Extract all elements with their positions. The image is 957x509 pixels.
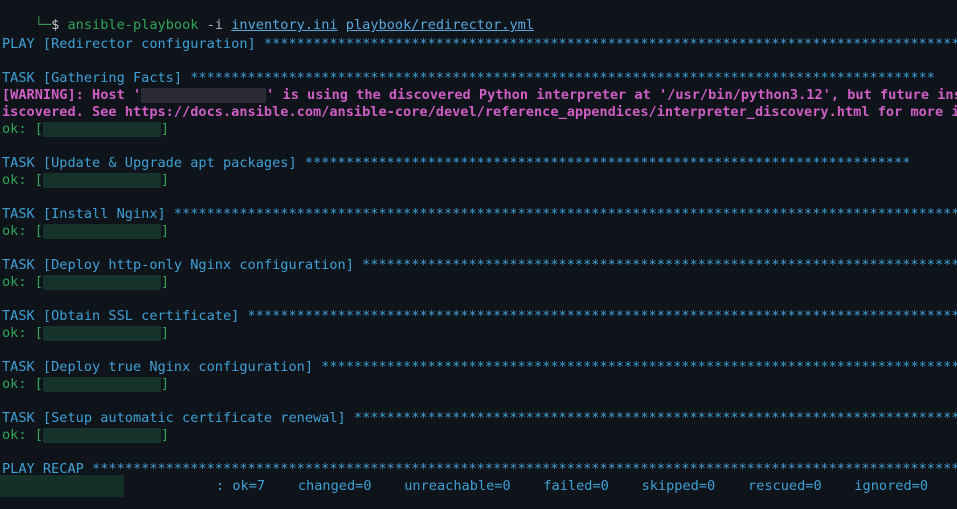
redacted-host (42, 376, 161, 392)
command-name: ansible-playbook (67, 17, 199, 33)
task-result: ok: [] (2, 427, 169, 444)
warning-line: [WARNING]: Host ' ' is using the discover… (2, 87, 957, 104)
redacted-host (42, 172, 161, 188)
task-header: TASK [Setup automatic certificate renewa… (2, 410, 957, 426)
terminal-window[interactable]: └─$ ansible-playbook -i inventory.ini pl… (0, 0, 957, 509)
bracket-close: ] (160, 325, 170, 341)
task-result: ok: [] (2, 172, 169, 189)
task-header: TASK [Gathering Facts] *****************… (2, 70, 935, 86)
ok-label: ok: [ (2, 121, 43, 137)
task-result: ok: [] (2, 223, 169, 240)
redacted-host (42, 325, 161, 341)
bracket-close: ] (160, 427, 170, 443)
warning-text-b: ' is using the discovered Python interpr… (266, 87, 957, 103)
bracket-close: ] (160, 172, 170, 188)
task-header: TASK [Obtain SSL certificate] **********… (2, 308, 957, 324)
ok-label: ok: [ (2, 427, 43, 443)
ok-label: ok: [ (2, 172, 43, 188)
redacted-host (42, 427, 161, 443)
redacted-host (0, 475, 124, 497)
task-header: TASK [Deploy true Nginx configuration] *… (2, 359, 957, 375)
task-header: TASK [Install Nginx] *******************… (2, 206, 957, 222)
task-header: TASK [Update & Upgrade apt packages] ***… (2, 155, 911, 171)
ok-label: ok: [ (2, 376, 43, 392)
inventory-arg[interactable]: inventory.ini (231, 17, 337, 33)
recap-stats-text: : ok=7 changed=0 unreachable=0 failed=0 … (216, 478, 929, 494)
task-result: ok: [] (2, 274, 169, 291)
command-line: └─$ ansible-playbook -i inventory.ini pl… (2, 0, 534, 33)
recap-header: PLAY RECAP *****************************… (2, 461, 957, 477)
play-header: PLAY [Redirector configuration] ********… (2, 36, 957, 52)
task-result: ok: [] (2, 121, 169, 138)
playbook-arg[interactable]: playbook/redirector.yml (346, 17, 534, 33)
task-result: ok: [] (2, 325, 169, 342)
ok-label: ok: [ (2, 325, 43, 341)
bracket-close: ] (160, 274, 170, 290)
redacted-host (42, 121, 161, 137)
prompt-symbol: $ (51, 17, 60, 33)
redacted-host (141, 87, 267, 103)
command-flag: -i (206, 17, 224, 33)
warning-text-a: [WARNING]: Host ' (2, 87, 142, 103)
task-header: TASK [Deploy http-only Nginx configurati… (2, 257, 957, 273)
ok-label: ok: [ (2, 274, 43, 290)
bracket-close: ] (160, 223, 170, 239)
prompt-corner: └─ (34, 17, 52, 33)
recap-stats: : ok=7 changed=0 unreachable=0 failed=0 … (216, 478, 928, 495)
redacted-host (42, 274, 161, 290)
redacted-host (42, 223, 161, 239)
bracket-close: ] (160, 121, 170, 137)
bracket-close: ] (160, 376, 170, 392)
ok-label: ok: [ (2, 223, 43, 239)
warning-line-2: iscovered. See https://docs.ansible.com/… (2, 104, 957, 120)
task-result: ok: [] (2, 376, 169, 393)
